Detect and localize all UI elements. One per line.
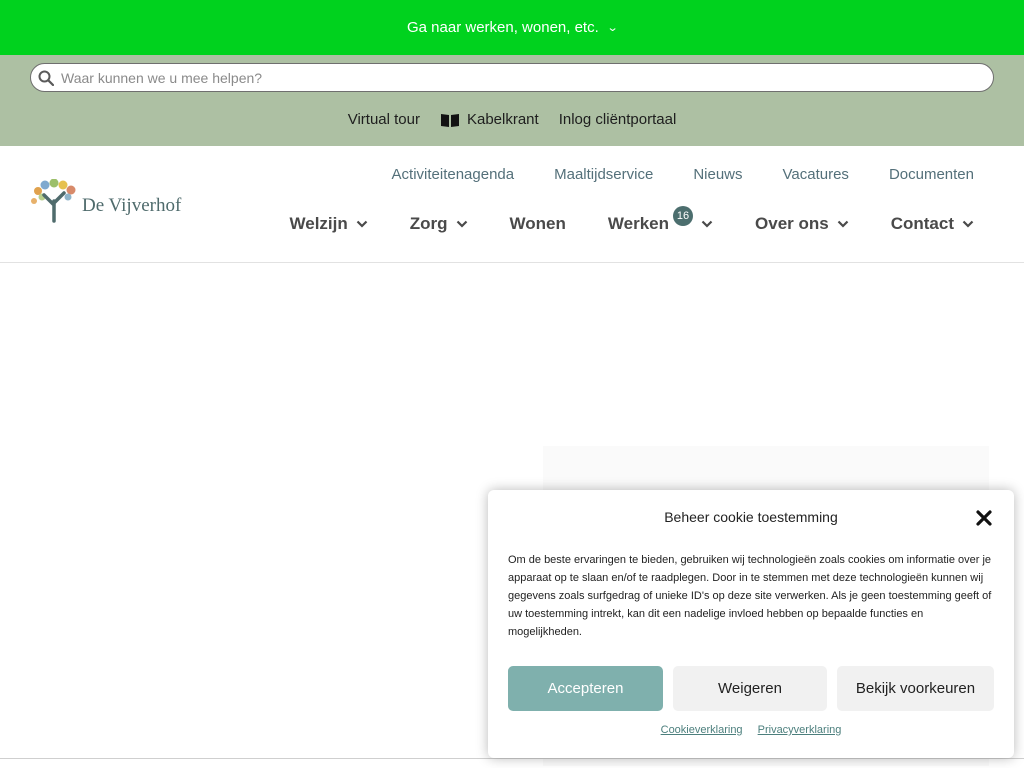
secondary-nav: Activiteitenagenda Maaltijdservice Nieuw…	[352, 166, 974, 183]
quick-nav-bar[interactable]: Ga naar werken, wonen, etc. ⌄	[0, 0, 1024, 55]
kabelkrant-label: Kabelkrant	[466, 111, 539, 128]
view-preferences-button[interactable]: Bekijk voorkeuren	[837, 666, 994, 711]
main-nav-contact[interactable]: Contact	[891, 214, 974, 234]
main-nav: Welzijn Zorg Wonen Werken 16 Over ons Co…	[248, 206, 974, 234]
search-band: Virtual tour Kabelkrant Inlog cliëntport…	[0, 55, 1024, 146]
cookie-dialog-text: Om de beste ervaringen te bieden, gebrui…	[508, 554, 992, 638]
search-box[interactable]	[30, 63, 994, 92]
logo-text: De Vijverhof	[82, 195, 182, 216]
accept-button[interactable]: Accepteren	[508, 666, 663, 711]
tree-logo-icon	[31, 179, 76, 223]
cookie-statement-link[interactable]: Cookieverklaring	[661, 724, 743, 736]
main-nav-label: Werken	[607, 214, 670, 233]
deny-button[interactable]: Weigeren	[673, 666, 827, 711]
main-nav-label: Contact	[890, 214, 954, 233]
main-nav-label: Wonen	[509, 214, 566, 233]
logo[interactable]: De Vijverhof	[30, 179, 181, 223]
main-nav-label: Welzijn	[289, 214, 348, 233]
chevron-down-icon	[701, 220, 713, 228]
virtual-tour-link[interactable]: Virtual tour	[348, 111, 420, 128]
chevron-down-icon	[837, 220, 848, 228]
quick-nav-label: Ga naar werken, wonen, etc.	[407, 19, 599, 36]
chevron-down-icon	[356, 220, 368, 228]
divider	[0, 758, 1024, 759]
kabelkrant-link[interactable]: Kabelkrant	[440, 111, 539, 128]
book-icon	[440, 113, 459, 127]
nav-activiteitenagenda[interactable]: Activiteitenagenda	[392, 166, 515, 183]
chevron-down-icon	[456, 220, 467, 228]
utility-links: Virtual tour Kabelkrant Inlog cliëntport…	[0, 111, 1024, 128]
cookie-consent-dialog: Beheer cookie toestemming Om de beste er…	[488, 490, 1014, 758]
search-icon	[38, 70, 54, 86]
search-input[interactable]	[61, 69, 961, 86]
privacy-statement-link[interactable]: Privacyverklaring	[758, 724, 842, 736]
main-nav-werken[interactable]: Werken 16	[607, 206, 713, 234]
cookie-dialog-title: Beheer cookie toestemming	[664, 509, 838, 525]
main-nav-label: Zorg	[409, 214, 448, 233]
close-icon[interactable]	[976, 510, 992, 526]
main-nav-wonen[interactable]: Wonen	[510, 214, 566, 234]
site-header: De Vijverhof Activiteitenagenda Maaltijd…	[0, 146, 1024, 263]
cookie-dialog-links: Cookieverklaring Privacyverklaring	[488, 724, 1014, 736]
nav-maaltijdservice[interactable]: Maaltijdservice	[554, 166, 653, 183]
nav-nieuws[interactable]: Nieuws	[693, 166, 742, 183]
main-nav-over-ons[interactable]: Over ons	[755, 214, 849, 234]
vacancy-count-badge: 16	[673, 206, 694, 226]
main-nav-zorg[interactable]: Zorg	[410, 214, 468, 234]
chevron-down-icon	[962, 220, 974, 228]
nav-vacatures[interactable]: Vacatures	[783, 166, 849, 183]
nav-documenten[interactable]: Documenten	[889, 166, 974, 183]
chevron-down-icon: ⌄	[606, 22, 619, 34]
client-portal-link[interactable]: Inlog cliëntportaal	[559, 111, 677, 128]
main-nav-label: Over ons	[755, 214, 829, 233]
main-nav-welzijn[interactable]: Welzijn	[290, 214, 368, 234]
